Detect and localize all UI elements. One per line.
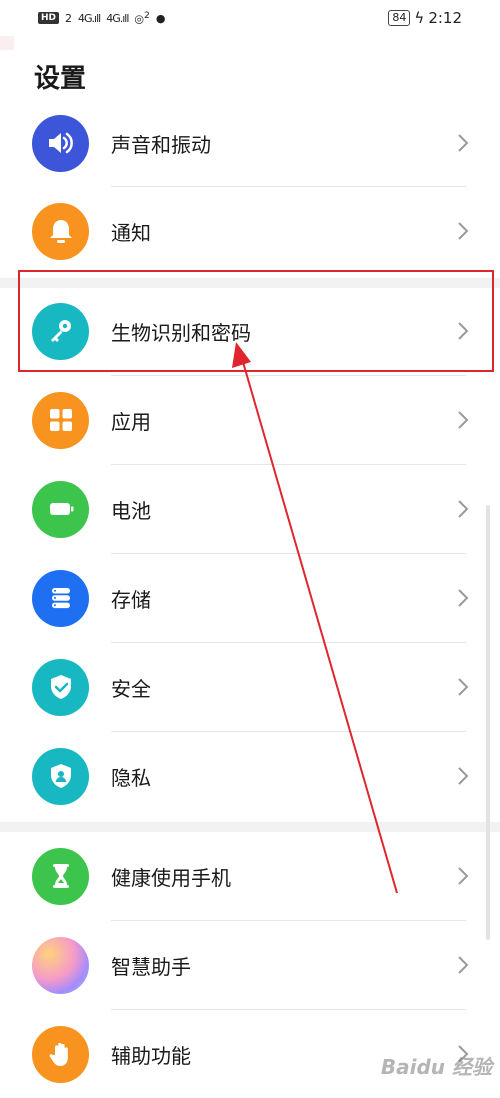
chevron-right-icon [458,134,469,152]
apps-grid-icon [32,391,89,449]
settings-item-label: 隐私 [111,765,151,790]
settings-item-label: 安全 [111,676,151,701]
key-icon [32,302,89,360]
scrollbar[interactable] [486,505,490,940]
settings-item-assistant[interactable]: 智慧助手 [0,921,500,1009]
decorative-tint [0,36,14,50]
hd-badge: HD [38,12,60,24]
settings-item-privacy[interactable]: 隐私 [0,732,500,820]
settings-item-label: 声音和振动 [111,132,211,157]
settings-item-label: 应用 [111,409,151,434]
chevron-right-icon [458,222,469,240]
hotspot-icon: ◎2 [134,10,150,26]
storage-icon [32,569,89,627]
section-separator [0,822,500,832]
chevron-right-icon [458,867,469,885]
settings-item-notifications[interactable]: 通知 [0,187,500,275]
shield-check-icon [32,658,89,716]
settings-item-label: 生物识别和密码 [111,320,251,345]
notification-icon: ● [155,11,166,25]
settings-item-sound[interactable]: 声音和振动 [0,99,500,187]
watermark: Baidu 经验 [380,1055,492,1079]
settings-item-digital-balance[interactable]: 健康使用手机 [0,832,500,920]
chevron-right-icon [458,678,469,696]
chevron-right-icon [458,589,469,607]
chevron-right-icon [458,411,469,429]
bell-icon [32,202,89,260]
settings-item-security[interactable]: 安全 [0,643,500,731]
sim-indicator: 2 [65,11,73,25]
charging-icon: ϟ [414,9,425,27]
assistant-icon [32,936,89,994]
settings-item-label: 健康使用手机 [111,865,231,890]
signal-icon-2: 4G.ıll [106,11,129,25]
settings-item-label: 智慧助手 [111,954,191,979]
clock: 2:12 [428,9,462,27]
settings-item-battery[interactable]: 电池 [0,465,500,553]
settings-item-apps[interactable]: 应用 [0,376,500,464]
chevron-right-icon [458,322,469,340]
chevron-right-icon [458,956,469,974]
settings-item-label: 存储 [111,587,151,612]
settings-item-label: 辅助功能 [111,1043,191,1068]
settings-item-label: 通知 [111,220,151,245]
signal-icon-1: 4G.ıll [78,11,101,25]
settings-item-label: 电池 [111,498,151,523]
settings-item-biometrics[interactable]: 生物识别和密码 [0,287,500,375]
privacy-shield-icon [32,747,89,805]
chevron-right-icon [458,500,469,518]
hourglass-icon [32,847,89,905]
status-bar: HD 2 4G.ıll 4G.ıll ◎2 ● 84 ϟ 2:12 [0,0,500,36]
battery-icon [32,480,89,538]
chevron-right-icon [458,767,469,785]
page-title: 设置 [34,64,87,94]
speaker-icon [32,114,89,172]
hand-icon [32,1025,89,1083]
battery-level: 84 [388,10,411,26]
settings-item-storage[interactable]: 存储 [0,554,500,642]
